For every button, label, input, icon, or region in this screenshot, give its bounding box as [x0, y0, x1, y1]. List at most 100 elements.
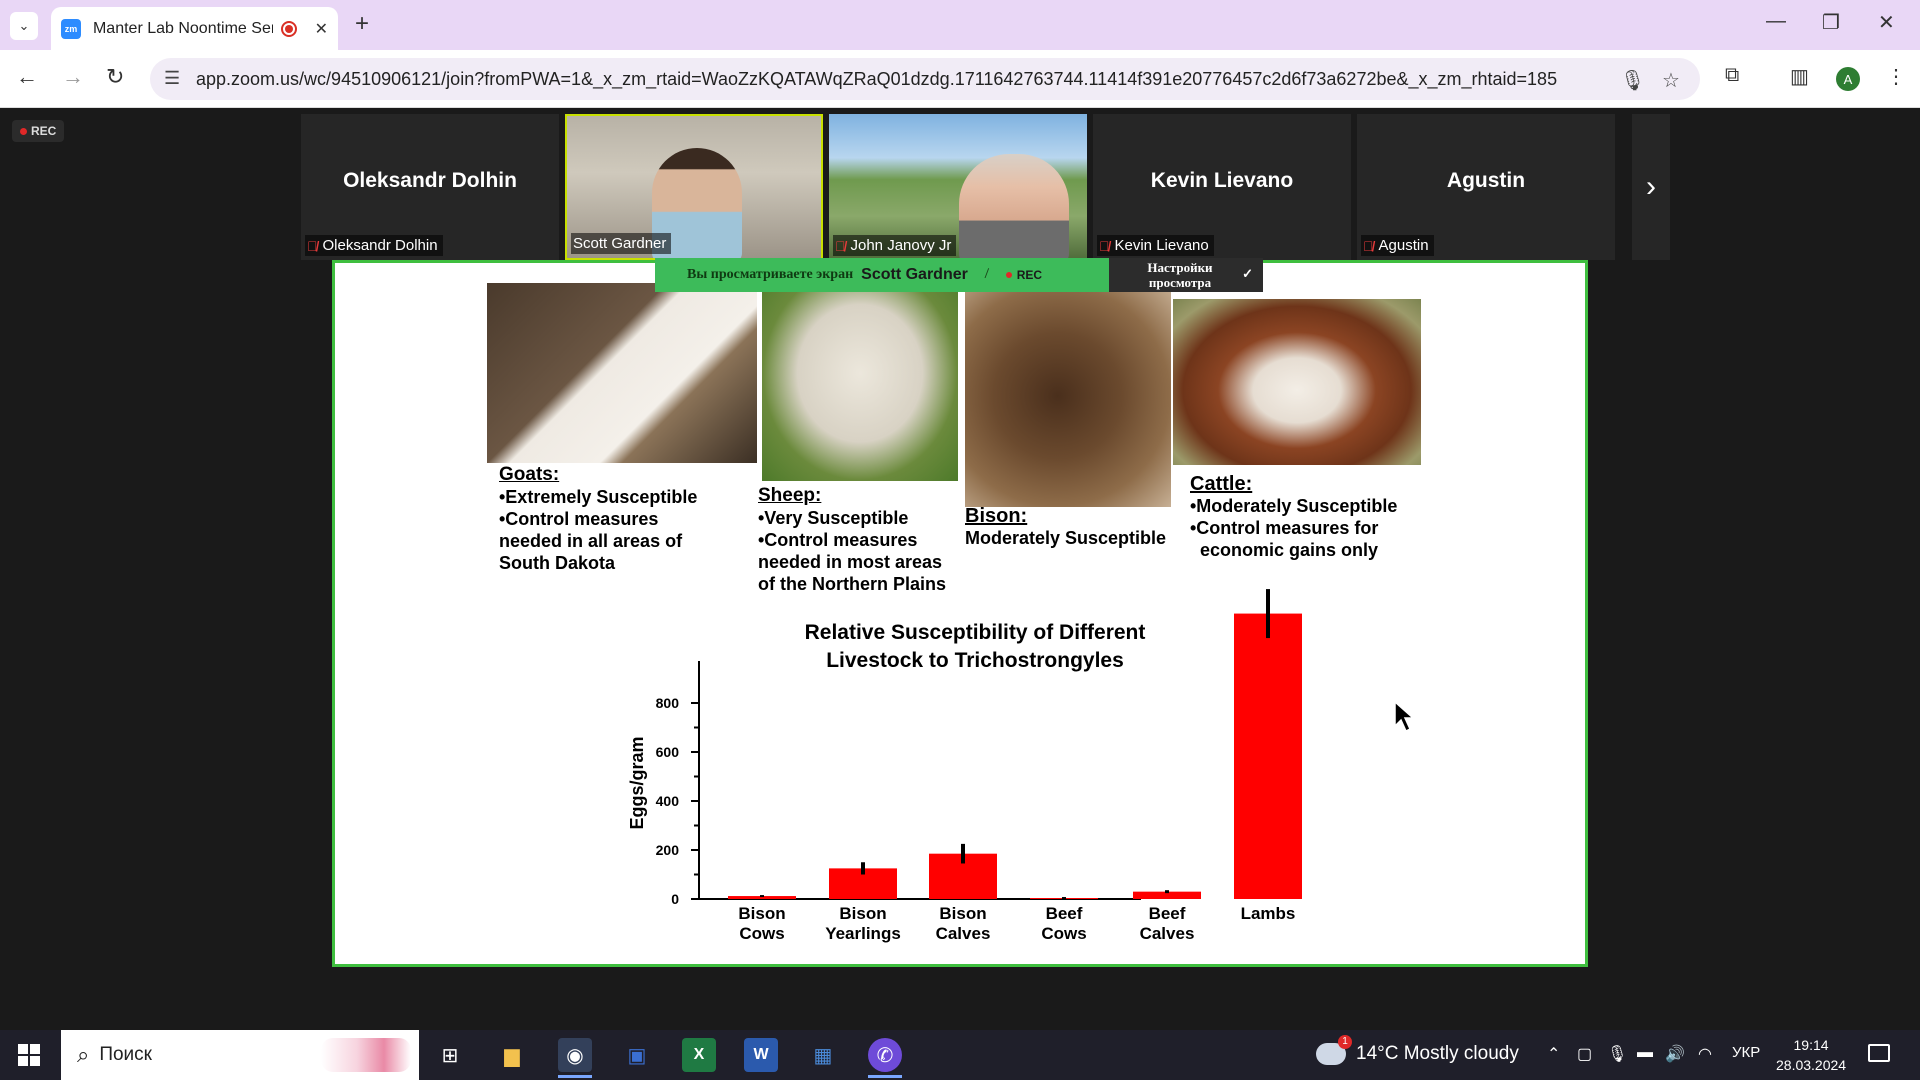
participant-tile[interactable]: Oleksandr Dolhin 🎙̸ Oleksandr Dolhin — [301, 114, 559, 260]
chrome-icon[interactable]: ◉ — [558, 1038, 592, 1078]
tab-title: Manter Lab Noontime Semi — [92, 19, 273, 37]
x-category-label: Bison — [738, 904, 785, 923]
minimize-icon[interactable]: — — [1766, 10, 1786, 33]
x-category-label: Lambs — [1241, 904, 1296, 923]
forward-icon[interactable]: → — [62, 64, 84, 90]
restore-icon[interactable]: ❐ — [1822, 10, 1840, 35]
y-tick-label: 200 — [656, 842, 680, 858]
chart-title: Relative Susceptibility of Different — [805, 621, 1146, 644]
mouse-cursor-icon — [1394, 700, 1415, 733]
url-text[interactable]: app.zoom.us/wc/94510906121/join?fromPWA=… — [196, 69, 1596, 90]
chevron-up-icon[interactable]: ⌃ — [1547, 1044, 1560, 1064]
address-bar[interactable]: ☰ app.zoom.us/wc/94510906121/join?fromPW… — [150, 58, 1700, 100]
back-icon[interactable]: ← — [16, 64, 38, 90]
word-icon[interactable]: W — [744, 1038, 778, 1072]
participant-label-text: Oleksandr Dolhin — [322, 237, 438, 254]
mic-muted-icon: 🎙̸ — [975, 267, 987, 282]
zoom-favicon-icon: zm — [61, 18, 81, 39]
recording-badge[interactable]: REC — [12, 120, 65, 142]
mic-icon[interactable]: 🎙 — [1620, 68, 1645, 93]
share-rec-indicator: REC — [1006, 268, 1042, 282]
record-icon — [280, 20, 297, 37]
extensions-icon[interactable]: ⧉ — [1725, 64, 1739, 87]
participant-label: 🎙̸ John Janovy Jr — [833, 235, 957, 256]
participant-label: 🎙̸ Oleksandr Dolhin — [305, 235, 443, 256]
site-settings-icon[interactable]: ☰ — [164, 68, 180, 89]
sidepanel-icon[interactable]: ▥ — [1790, 64, 1809, 89]
search-placeholder: Поиск — [99, 1044, 152, 1065]
y-tick-label: 600 — [656, 744, 680, 760]
menu-icon[interactable]: ⋮ — [1886, 64, 1906, 89]
browser-tab[interactable]: zm Manter Lab Noontime Semi ✕ — [51, 7, 338, 50]
x-category-label: Calves — [936, 924, 991, 943]
x-category-label: Yearlings — [825, 924, 901, 943]
chart-bar — [1234, 613, 1302, 899]
participant-label-text: Scott Gardner — [573, 235, 667, 252]
task-view-icon[interactable]: ⊞ — [433, 1038, 467, 1072]
viber-icon[interactable]: ✆ — [868, 1038, 902, 1078]
windows-taskbar: ⌕ Поиск ⊞ ▆ ◉ ▣ X W ▦ ✆ 14°C Mostly clou… — [0, 1030, 1920, 1080]
notification-icon[interactable] — [1868, 1044, 1890, 1062]
participant-name-large: Oleksandr Dolhin — [343, 169, 517, 192]
x-category-label: Calves — [1140, 924, 1195, 943]
presenter-name: Scott Gardner — [861, 266, 968, 283]
language-indicator[interactable]: УКР — [1732, 1044, 1760, 1061]
view-settings-button[interactable]: Настройки просмотра ✓ — [1109, 258, 1263, 292]
meet-icon[interactable]: ▢ — [1577, 1044, 1592, 1064]
participant-label: 🎙̸ Kevin Lievano — [1097, 235, 1214, 256]
plus-icon[interactable]: + — [355, 10, 369, 38]
weather-text: 14°C Mostly cloudy — [1356, 1043, 1519, 1064]
participant-label: Scott Gardner — [571, 233, 672, 254]
participant-name-large: Kevin Lievano — [1150, 169, 1294, 192]
next-page-chevron-icon[interactable]: › — [1632, 114, 1670, 260]
clock-time: 19:14 — [1793, 1037, 1829, 1053]
tab-list-icon[interactable]: ⌄ — [10, 12, 38, 40]
participant-tile[interactable]: Kevin Lievano 🎙̸ Kevin Lievano — [1093, 114, 1351, 260]
x-category-label: Cows — [739, 924, 784, 943]
excel-icon[interactable]: X — [682, 1038, 716, 1072]
zoom-meeting: REC Oleksandr Dolhin 🎙̸ Oleksandr Dolhin … — [0, 108, 1920, 1030]
calculator-icon[interactable]: ▦ — [806, 1038, 840, 1072]
wifi-icon[interactable]: ◠ — [1698, 1044, 1712, 1064]
y-tick-label: 400 — [656, 793, 680, 809]
close-icon[interactable]: ✕ — [315, 19, 328, 39]
search-highlight-image — [321, 1038, 411, 1072]
participant-tile-active[interactable]: Scott Gardner — [565, 114, 823, 260]
clock-date: 28.03.2024 — [1776, 1057, 1847, 1073]
save-icon[interactable]: ▣ — [620, 1038, 654, 1072]
participant-tile[interactable]: 🎙̸ John Janovy Jr — [829, 114, 1087, 260]
windows-start-icon[interactable] — [18, 1044, 40, 1066]
reload-icon[interactable]: ↻ — [106, 64, 124, 90]
clock[interactable]: 19:14 28.03.2024 — [1776, 1035, 1846, 1075]
browser-toolbar: ← → ↻ ☰ app.zoom.us/wc/94510906121/join?… — [0, 50, 1920, 108]
battery-icon[interactable]: ▬ — [1637, 1044, 1653, 1062]
x-category-label: Bison — [939, 904, 986, 923]
mic-muted-icon: 🎙̸ — [1099, 237, 1110, 254]
file-explorer-icon[interactable]: ▆ — [495, 1038, 529, 1072]
chart-title: Livestock to Trichostrongyles — [826, 649, 1124, 672]
profile-avatar[interactable]: A — [1836, 67, 1860, 91]
window-close-icon[interactable]: ✕ — [1878, 10, 1895, 35]
y-tick-label: 0 — [671, 891, 679, 907]
participant-label-text: Agustin — [1378, 237, 1429, 254]
weather-widget[interactable]: 14°C Mostly cloudy — [1316, 1035, 1519, 1065]
participant-label-text: Kevin Lievano — [1114, 237, 1209, 254]
shared-screen: Goats: •Extremely Susceptible •Control m… — [332, 260, 1588, 967]
view-settings-label: Настройки просмотра — [1147, 260, 1213, 290]
participant-person — [959, 154, 1069, 260]
y-tick-label: 800 — [656, 695, 680, 711]
x-category-label: Cows — [1041, 924, 1086, 943]
taskbar-search[interactable]: ⌕ Поиск — [61, 1030, 419, 1080]
microphone-icon[interactable]: 🎙 — [1607, 1044, 1627, 1064]
participant-label-text: John Janovy Jr — [850, 237, 952, 254]
x-category-label: Bison — [839, 904, 886, 923]
x-category-label: Beef — [1046, 904, 1083, 923]
search-icon: ⌕ — [77, 1042, 90, 1067]
mic-muted-icon: 🎙̸ — [307, 237, 318, 254]
participant-tile[interactable]: Agustin 🎙̸ Agustin — [1357, 114, 1615, 260]
mic-muted-icon: 🎙̸ — [835, 237, 846, 254]
susceptibility-chart: Relative Susceptibility of Different Live… — [627, 589, 1302, 943]
star-icon[interactable]: ☆ — [1662, 68, 1680, 93]
y-axis-label: Eggs/gram — [627, 736, 647, 829]
volume-icon[interactable]: 🔊 — [1665, 1044, 1685, 1064]
